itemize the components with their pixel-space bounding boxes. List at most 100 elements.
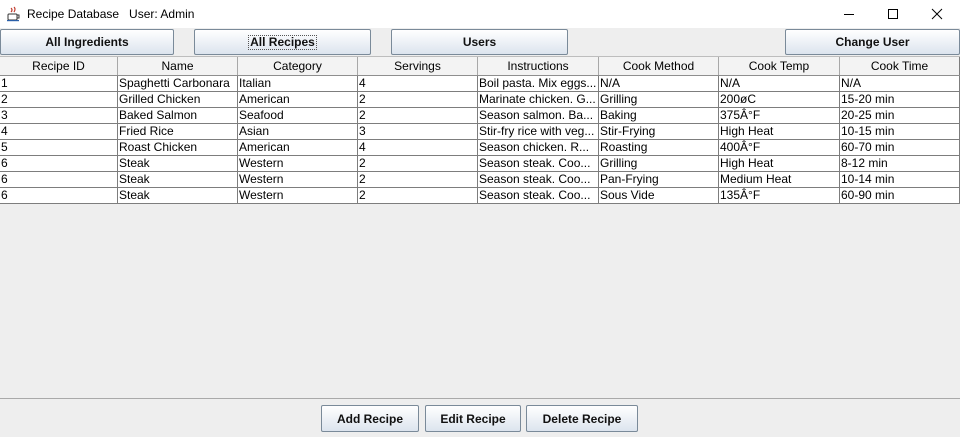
all-ingredients-button[interactable]: All Ingredients <box>0 29 174 55</box>
column-header-cook-method[interactable]: Cook Method <box>599 57 719 75</box>
table-row[interactable]: 1 Spaghetti Carbonara Italian 4 Boil pasta. … <box>0 76 960 92</box>
cell-servings[interactable]: 2 <box>358 172 478 188</box>
cell-recipe-id[interactable]: 2 <box>0 92 118 108</box>
cell-instructions[interactable]: Boil pasta. Mix eggs... <box>478 76 599 92</box>
cell-category[interactable]: Western <box>238 188 358 204</box>
cell-instructions[interactable]: Season salmon. Ba... <box>478 108 599 124</box>
cell-cook-time[interactable]: 10-15 min <box>840 124 960 140</box>
cell-cook-method[interactable]: N/A <box>599 76 719 92</box>
bottom-divider <box>0 398 960 399</box>
cell-instructions[interactable]: Season steak. Coo... <box>478 156 599 172</box>
change-user-button[interactable]: Change User <box>785 29 960 55</box>
cell-name[interactable]: Grilled Chicken <box>118 92 238 108</box>
cell-recipe-id[interactable]: 6 <box>0 172 118 188</box>
cell-cook-method[interactable]: Grilling <box>599 156 719 172</box>
add-recipe-button[interactable]: Add Recipe <box>321 405 419 432</box>
table-row[interactable]: 2 Grilled Chicken American 2 Marinate chicke… <box>0 92 960 108</box>
cell-cook-method[interactable]: Grilling <box>599 92 719 108</box>
cell-servings[interactable]: 2 <box>358 188 478 204</box>
cell-cook-time[interactable]: N/A <box>840 76 960 92</box>
cell-cook-temp[interactable]: High Heat <box>719 156 840 172</box>
edit-recipe-button[interactable]: Edit Recipe <box>425 405 521 432</box>
maximize-icon <box>888 9 898 19</box>
cell-cook-time[interactable]: 15-20 min <box>840 92 960 108</box>
recipes-table: Recipe ID Name Category Servings Instruc… <box>0 56 960 204</box>
cell-cook-time[interactable]: 60-90 min <box>840 188 960 204</box>
cell-cook-temp[interactable]: 400Â°F <box>719 140 840 156</box>
cell-category[interactable]: Italian <box>238 76 358 92</box>
column-header-name[interactable]: Name <box>118 57 238 75</box>
cell-category[interactable]: American <box>238 92 358 108</box>
cell-name[interactable]: Baked Salmon <box>118 108 238 124</box>
cell-instructions[interactable]: Season steak. Coo... <box>478 172 599 188</box>
column-header-cook-time[interactable]: Cook Time <box>840 57 960 75</box>
cell-cook-time[interactable]: 10-14 min <box>840 172 960 188</box>
cell-cook-temp[interactable]: 135Â°F <box>719 188 840 204</box>
cell-instructions[interactable]: Season chicken. R... <box>478 140 599 156</box>
all-recipes-label: All Recipes <box>248 34 317 50</box>
cell-cook-temp[interactable]: 200øC <box>719 92 840 108</box>
cell-servings[interactable]: 4 <box>358 140 478 156</box>
cell-cook-time[interactable]: 60-70 min <box>840 140 960 156</box>
all-recipes-button[interactable]: All Recipes <box>194 29 371 55</box>
cell-cook-method[interactable]: Baking <box>599 108 719 124</box>
cell-recipe-id[interactable]: 4 <box>0 124 118 140</box>
table-header: Recipe ID Name Category Servings Instruc… <box>0 56 960 76</box>
users-button[interactable]: Users <box>391 29 568 55</box>
cell-category[interactable]: Asian <box>238 124 358 140</box>
cell-instructions[interactable]: Season steak. Coo... <box>478 188 599 204</box>
delete-recipe-button[interactable]: Delete Recipe <box>526 405 638 432</box>
maximize-button[interactable] <box>870 0 916 28</box>
cell-cook-method[interactable]: Pan-Frying <box>599 172 719 188</box>
cell-recipe-id[interactable]: 6 <box>0 188 118 204</box>
cell-cook-method[interactable]: Roasting <box>599 140 719 156</box>
cell-instructions[interactable]: Stir-fry rice with veg... <box>478 124 599 140</box>
minimize-icon <box>844 14 854 15</box>
cell-instructions[interactable]: Marinate chicken. G... <box>478 92 599 108</box>
cell-recipe-id[interactable]: 6 <box>0 156 118 172</box>
cell-cook-temp[interactable]: 375Â°F <box>719 108 840 124</box>
table-row[interactable]: 6 Steak Western 2 Season steak. Coo... Sous V… <box>0 188 960 204</box>
cell-cook-time[interactable]: 20-25 min <box>840 108 960 124</box>
cell-cook-temp[interactable]: High Heat <box>719 124 840 140</box>
cell-category[interactable]: American <box>238 140 358 156</box>
cell-recipe-id[interactable]: 1 <box>0 76 118 92</box>
cell-name[interactable]: Steak <box>118 188 238 204</box>
cell-name[interactable]: Steak <box>118 172 238 188</box>
cell-servings[interactable]: 2 <box>358 92 478 108</box>
cell-cook-temp[interactable]: N/A <box>719 76 840 92</box>
cell-name[interactable]: Spaghetti Carbonara <box>118 76 238 92</box>
title-bar: Recipe Database User: Admin <box>0 0 960 28</box>
cell-cook-temp[interactable]: Medium Heat <box>719 172 840 188</box>
table-row[interactable]: 6 Steak Western 2 Season steak. Coo... Pan-Fr… <box>0 172 960 188</box>
minimize-button[interactable] <box>826 0 872 28</box>
cell-servings[interactable]: 4 <box>358 76 478 92</box>
close-icon <box>931 8 943 20</box>
column-header-servings[interactable]: Servings <box>358 57 478 75</box>
cell-category[interactable]: Seafood <box>238 108 358 124</box>
cell-cook-method[interactable]: Stir-Frying <box>599 124 719 140</box>
cell-recipe-id[interactable]: 3 <box>0 108 118 124</box>
cell-cook-time[interactable]: 8-12 min <box>840 156 960 172</box>
table-row[interactable]: 6 Steak Western 2 Season steak. Coo... Grilli… <box>0 156 960 172</box>
column-header-cook-temp[interactable]: Cook Temp <box>719 57 840 75</box>
table-row[interactable]: 4 Fried Rice Asian 3 Stir-fry rice with veg.… <box>0 124 960 140</box>
cell-recipe-id[interactable]: 5 <box>0 140 118 156</box>
cell-category[interactable]: Western <box>238 172 358 188</box>
cell-servings[interactable]: 3 <box>358 124 478 140</box>
table-row[interactable]: 3 Baked Salmon Seafood 2 Season salmon. Ba..… <box>0 108 960 124</box>
cell-category[interactable]: Western <box>238 156 358 172</box>
table-row[interactable]: 5 Roast Chicken American 4 Season chicken. R… <box>0 140 960 156</box>
cell-cook-method[interactable]: Sous Vide <box>599 188 719 204</box>
close-button[interactable] <box>914 0 960 28</box>
column-header-instructions[interactable]: Instructions <box>478 57 599 75</box>
column-header-recipe-id[interactable]: Recipe ID <box>0 57 118 75</box>
cell-name[interactable]: Fried Rice <box>118 124 238 140</box>
column-header-category[interactable]: Category <box>238 57 358 75</box>
cell-name[interactable]: Steak <box>118 156 238 172</box>
cell-servings[interactable]: 2 <box>358 108 478 124</box>
cell-servings[interactable]: 2 <box>358 156 478 172</box>
window-title: Recipe Database User: Admin <box>27 7 195 21</box>
cell-name[interactable]: Roast Chicken <box>118 140 238 156</box>
table-body: 1 Spaghetti Carbonara Italian 4 Boil pasta. … <box>0 76 960 204</box>
